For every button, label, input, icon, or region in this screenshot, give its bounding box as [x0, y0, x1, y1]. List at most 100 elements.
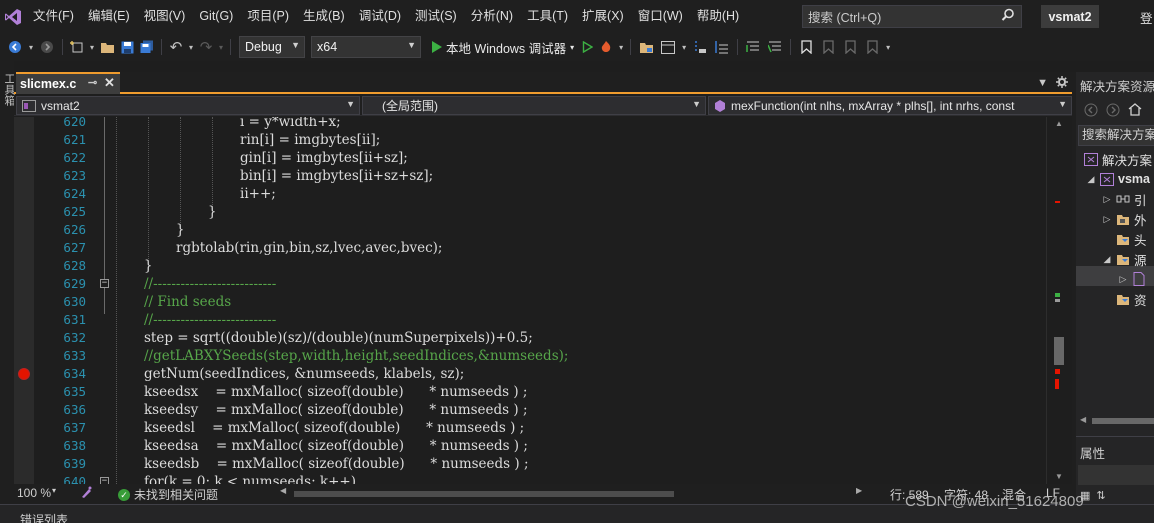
- collapse-region-icon[interactable]: −: [100, 279, 109, 288]
- panel-title[interactable]: 错误列表: [20, 511, 68, 523]
- pin-icon[interactable]: ⊸: [88, 76, 97, 89]
- tree-item-header-files[interactable]: 头: [1116, 229, 1147, 249]
- code-text: kseedsa = mxMalloc( sizeof(double) * num…: [144, 438, 528, 454]
- start-without-debugging-icon[interactable]: [578, 33, 596, 61]
- scroll-left-icon[interactable]: ◀: [1080, 415, 1086, 424]
- start-debugging-button[interactable]: 本地 Windows 调试器 ▾: [427, 33, 578, 61]
- new-dropdown-icon[interactable]: ▾: [87, 33, 97, 61]
- menu-window[interactable]: 窗口(W): [631, 0, 690, 33]
- scroll-up-icon[interactable]: ▲: [1055, 119, 1063, 128]
- menu-edit[interactable]: 编辑(E): [81, 0, 137, 33]
- code-editor[interactable]: 620 i = y*width+x; 621 rin[i] = imgbytes…: [14, 117, 1072, 484]
- menu-help[interactable]: 帮助(H): [690, 0, 746, 33]
- menu-test[interactable]: 测试(S): [408, 0, 464, 33]
- open-folder-icon[interactable]: [97, 33, 117, 61]
- bookmark-icon[interactable]: [795, 33, 817, 61]
- solution-name-badge[interactable]: vsmat2: [1041, 5, 1099, 28]
- scroll-left-icon[interactable]: ◀: [280, 486, 286, 495]
- undo-dropdown-icon[interactable]: ▾: [186, 33, 196, 61]
- toolbar-overflow-icon[interactable]: ▾: [883, 33, 893, 61]
- forward-icon[interactable]: [36, 33, 58, 61]
- chevron-down-icon: ▼: [291, 40, 300, 50]
- settings-gear-icon[interactable]: [1056, 75, 1068, 91]
- solution-folder-icon[interactable]: [635, 33, 657, 61]
- project-dropdown[interactable]: vsmat2 ▼: [16, 96, 360, 115]
- play-icon: [431, 41, 442, 53]
- search-input[interactable]: 搜索 (Ctrl+Q): [802, 5, 1022, 28]
- alphabetical-icon[interactable]: ⇅: [1096, 489, 1105, 502]
- tree-item-references[interactable]: ▷ 引: [1102, 189, 1147, 209]
- expanded-arrow-icon[interactable]: ◢: [1102, 254, 1112, 265]
- collapse-region-icon[interactable]: −: [100, 477, 109, 484]
- menu-bar: 文件(F) 编辑(E) 视图(V) Git(G) 项目(P) 生成(B) 调试(…: [0, 0, 1154, 33]
- format-icon[interactable]: [711, 33, 733, 61]
- menu-tools[interactable]: 工具(T): [520, 0, 575, 33]
- expanded-arrow-icon[interactable]: ◢: [1086, 174, 1096, 185]
- scroll-right-icon[interactable]: ▶: [856, 486, 862, 495]
- menu-git[interactable]: Git(G): [192, 0, 240, 33]
- collapsed-arrow-icon[interactable]: ▷: [1118, 274, 1128, 285]
- tree-item-resource-files[interactable]: 资: [1116, 289, 1147, 309]
- code-cleanup-icon[interactable]: [80, 486, 93, 502]
- tree-item-source-file[interactable]: ▷: [1118, 269, 1150, 289]
- tab-list-dropdown-icon[interactable]: ▼: [1037, 77, 1048, 89]
- close-icon[interactable]: ✕: [104, 75, 115, 91]
- home-icon[interactable]: [1128, 103, 1142, 119]
- solution-platform-select[interactable]: x64 ▼: [311, 36, 421, 58]
- previous-bookmark-icon[interactable]: [817, 33, 839, 61]
- zoom-dropdown-icon[interactable]: ▾: [52, 486, 56, 495]
- undo-icon[interactable]: ↶: [166, 33, 186, 61]
- hot-reload-dropdown-icon[interactable]: ▾: [616, 33, 626, 61]
- menu-extensions[interactable]: 扩展(X): [575, 0, 631, 33]
- tree-item-external-deps[interactable]: ▷ 外: [1102, 209, 1147, 229]
- collapsed-arrow-icon[interactable]: ▷: [1102, 214, 1112, 225]
- save-icon[interactable]: [117, 33, 137, 61]
- horizontal-scrollbar-thumb[interactable]: [294, 491, 674, 497]
- visual-studio-logo-icon[interactable]: [0, 0, 26, 33]
- properties-object-select[interactable]: [1078, 465, 1154, 485]
- collapsed-arrow-icon[interactable]: ▷: [1102, 194, 1112, 205]
- scope-dropdown[interactable]: (全局范围) ▼: [362, 96, 706, 115]
- vertical-scrollbar[interactable]: ▲ ▼: [1046, 117, 1072, 484]
- scrollbar-thumb[interactable]: [1054, 337, 1064, 365]
- tree-item-source-files[interactable]: ◢ 源: [1102, 249, 1147, 269]
- zoom-level[interactable]: 100 %: [17, 486, 51, 500]
- menu-project[interactable]: 项目(P): [240, 0, 296, 33]
- redo-dropdown-icon[interactable]: ▾: [216, 33, 226, 61]
- layout-icon[interactable]: [657, 33, 679, 61]
- save-all-icon[interactable]: [137, 33, 157, 61]
- c-file-icon: [1132, 272, 1146, 286]
- breakpoint-icon[interactable]: [18, 368, 30, 380]
- hot-reload-icon[interactable]: [596, 33, 616, 61]
- tab-slicmex-c[interactable]: slicmex.c ⊸ ✕: [16, 72, 120, 94]
- redo-icon[interactable]: ↷: [196, 33, 216, 61]
- uncomment-lines-icon[interactable]: [764, 33, 786, 61]
- tree-item-solution[interactable]: 解决方案: [1084, 149, 1152, 169]
- menu-view[interactable]: 视图(V): [137, 0, 193, 33]
- back-icon[interactable]: [4, 33, 26, 61]
- sign-in-link[interactable]: 登: [1140, 8, 1153, 27]
- back-icon[interactable]: [1084, 103, 1098, 120]
- scrollbar-thumb[interactable]: [1092, 418, 1154, 424]
- function-dropdown[interactable]: mexFunction(int nlhs, mxArray * plhs[], …: [708, 96, 1072, 115]
- line-number: 633: [63, 348, 86, 363]
- menu-analyze[interactable]: 分析(N): [464, 0, 520, 33]
- next-bookmark-icon[interactable]: [839, 33, 861, 61]
- back-dropdown-icon[interactable]: ▾: [26, 33, 36, 61]
- code-line: 622 gin[i] = imgbytes[ii+sz];: [14, 149, 1044, 167]
- issues-indicator[interactable]: ✓ 未找到相关问题: [118, 486, 218, 503]
- menu-file[interactable]: 文件(F): [26, 0, 81, 33]
- menu-debug[interactable]: 调试(D): [352, 0, 408, 33]
- layout-dropdown-icon[interactable]: ▾: [679, 33, 689, 61]
- menu-build[interactable]: 生成(B): [296, 0, 352, 33]
- solution-search-input[interactable]: 搜索解决方案资源管理器: [1078, 125, 1154, 146]
- tree-item-project[interactable]: ◢ vsma: [1086, 169, 1150, 189]
- new-project-icon[interactable]: [67, 33, 87, 61]
- scroll-down-icon[interactable]: ▼: [1055, 472, 1063, 481]
- step-icon[interactable]: [689, 33, 711, 61]
- comment-lines-icon[interactable]: [742, 33, 764, 61]
- forward-icon[interactable]: [1106, 103, 1120, 120]
- solution-configuration-select[interactable]: Debug ▼: [239, 36, 305, 58]
- solution-horizontal-scrollbar[interactable]: ◀: [1078, 414, 1154, 428]
- clear-bookmarks-icon[interactable]: [861, 33, 883, 61]
